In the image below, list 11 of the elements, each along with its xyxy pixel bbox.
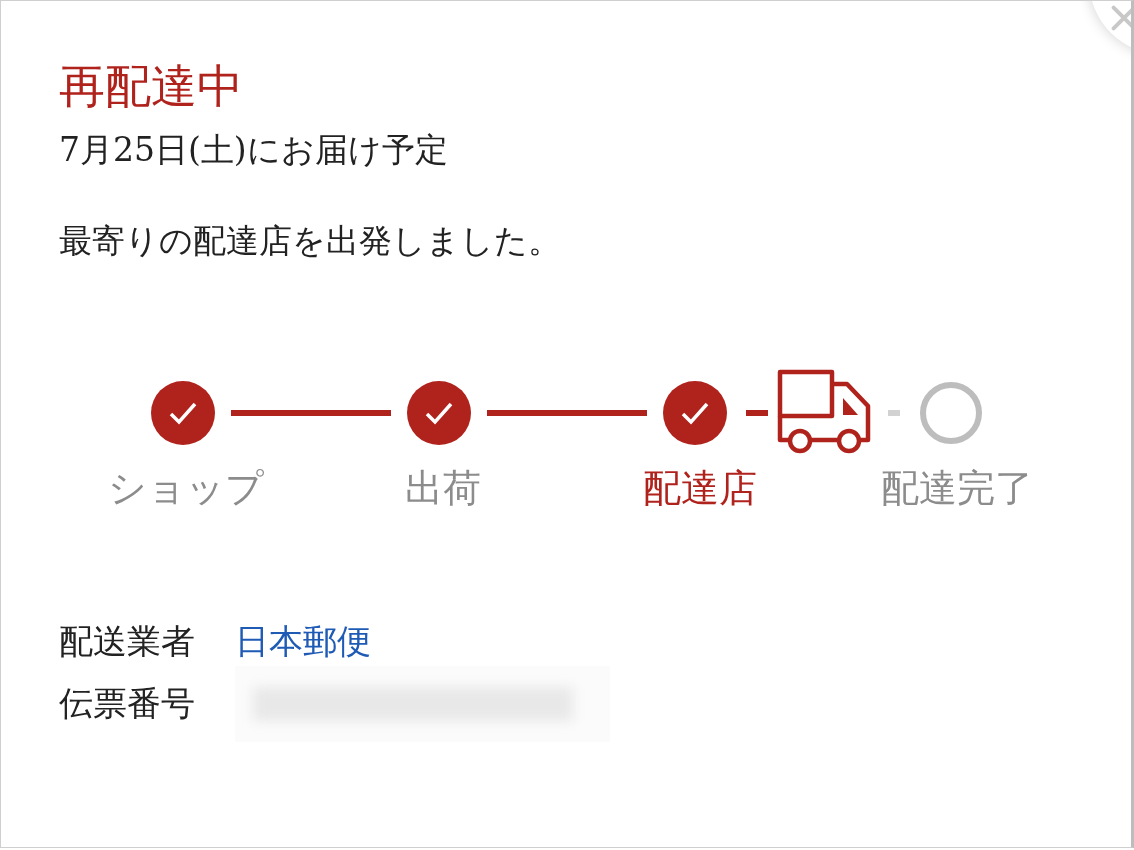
close-icon	[1111, 5, 1131, 31]
carrier-label: 配送業者	[59, 619, 195, 663]
step-label: 配達店	[642, 464, 757, 512]
step-label: 配達完了	[880, 464, 1033, 512]
step-label: 出荷	[404, 464, 481, 512]
status-title: 再配達中	[59, 58, 243, 115]
status-message: 最寄りの配達店を出発しました。	[59, 219, 562, 262]
delivery-date: 7月25日(土)にお届け予定	[59, 128, 449, 171]
step-label: ショップ	[107, 464, 264, 512]
carrier-link[interactable]: 日本郵便	[235, 618, 371, 665]
tracking-label: 伝票番号	[59, 681, 195, 725]
